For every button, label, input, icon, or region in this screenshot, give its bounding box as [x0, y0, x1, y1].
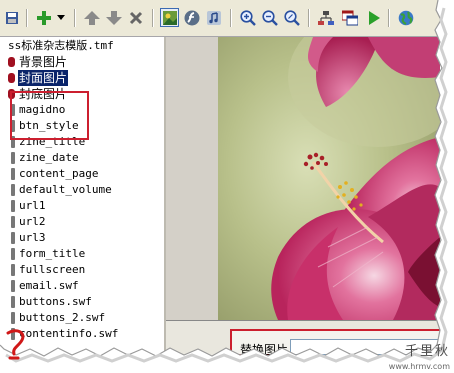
tree-item-label: email.swf	[19, 279, 79, 292]
tree-item-label: buttons_2.swf	[19, 311, 106, 324]
tree-icon[interactable]	[316, 8, 335, 27]
node-icon	[11, 232, 15, 244]
tree-item-label: content_page	[19, 167, 99, 180]
node-icon	[11, 312, 15, 324]
tree-item-label: url2	[19, 215, 46, 228]
toolbar-separator	[26, 9, 28, 27]
tree-item-label: buttons.swf	[19, 295, 92, 308]
node-icon	[11, 184, 15, 196]
tree-item-label: fullscreen	[19, 263, 86, 276]
preview-panel: 替换图片	[166, 37, 440, 355]
app-window: ss标准杂志模版.tmf 背景图片 封面图片 封底图片 magidno btn_styl…	[0, 0, 440, 355]
tree-item-label: zine_date	[19, 151, 79, 164]
node-icon	[11, 200, 15, 212]
tree-item-label: form_title	[19, 247, 86, 260]
tree-item-label: url1	[19, 199, 46, 212]
watermark-url: www.hrmv.com	[388, 362, 450, 371]
globe-icon[interactable]	[396, 8, 415, 27]
zoom-reset-icon[interactable]	[282, 8, 301, 27]
add-dropdown-icon[interactable]	[55, 8, 67, 27]
toolbar-separator	[74, 9, 76, 27]
image-node-icon	[8, 57, 15, 67]
up-arrow-icon[interactable]	[82, 8, 101, 27]
delete-icon[interactable]	[126, 8, 145, 27]
flash-icon[interactable]	[182, 8, 201, 27]
replace-image-label: 替换图片	[240, 343, 289, 355]
red-annotation-mark	[6, 329, 25, 360]
play-icon[interactable]	[364, 8, 383, 27]
node-icon	[11, 152, 15, 164]
window-icon[interactable]	[340, 8, 359, 27]
down-arrow-icon[interactable]	[104, 8, 123, 27]
cover-image-preview	[218, 37, 440, 320]
tree-item-label: 背景图片	[19, 55, 68, 69]
node-icon	[11, 168, 15, 180]
highlight-box	[10, 91, 89, 140]
save-icon[interactable]	[2, 8, 21, 27]
toolbar-separator	[388, 9, 390, 27]
watermark-text: 千里秋	[404, 344, 450, 359]
node-icon	[11, 264, 15, 276]
tree-item-label: 封面图片	[18, 70, 69, 86]
toolbar-separator	[308, 9, 310, 27]
toolbar-separator	[230, 9, 232, 27]
image-icon[interactable]	[160, 8, 179, 27]
toolbar-separator	[152, 9, 154, 27]
resource-tree[interactable]: ss标准杂志模版.tmf 背景图片 封面图片 封底图片 magidno btn_styl…	[0, 37, 166, 355]
zoom-in-icon[interactable]	[238, 8, 257, 27]
tree-item-label: default_volume	[19, 183, 112, 196]
node-icon	[11, 280, 15, 292]
zoom-out-icon[interactable]	[260, 8, 279, 27]
node-icon	[11, 296, 15, 308]
toolbar	[0, 0, 440, 37]
tree-item-label: url3	[19, 231, 46, 244]
tree-root-label: ss标准杂志模版.tmf	[8, 39, 114, 52]
music-icon[interactable]	[204, 8, 223, 27]
node-icon	[11, 216, 15, 228]
add-icon[interactable]	[34, 8, 53, 27]
image-node-icon	[8, 73, 15, 83]
node-icon	[11, 248, 15, 260]
